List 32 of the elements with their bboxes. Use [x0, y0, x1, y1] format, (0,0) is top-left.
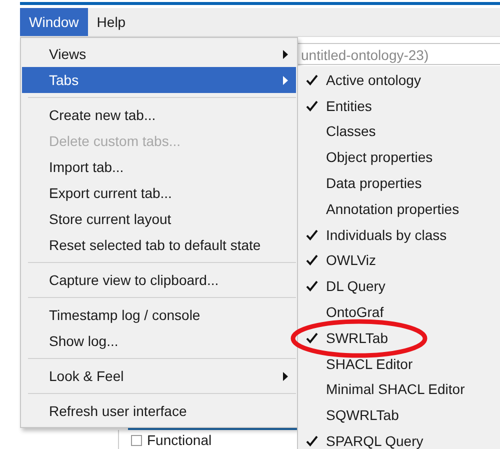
menu-item[interactable]: Annotation properties	[298, 196, 500, 222]
menu-item[interactable]: SHACL Editor	[298, 350, 500, 377]
menu-item[interactable]: Create new tab...	[22, 102, 296, 128]
text-field[interactable]: untitled-ontology-23)	[296, 43, 500, 65]
menu-item[interactable]: Store current layout	[22, 206, 296, 232]
menu-item[interactable]: Tabs	[22, 67, 296, 93]
menu-item[interactable]: Capture view to clipboard...	[22, 267, 296, 293]
menu-item[interactable]: SWRLTab	[298, 324, 500, 351]
menu-item[interactable]: Data properties	[298, 170, 500, 196]
menu-item[interactable]: Timestamp log / console	[22, 302, 296, 328]
menu-item[interactable]: Reset selected tab to default state	[22, 232, 296, 258]
menu-item[interactable]: SPARQL Query	[298, 428, 500, 449]
menu-item[interactable]: OWLViz	[298, 248, 500, 274]
menu-item[interactable]: Refresh user interface	[22, 398, 296, 424]
menu-item[interactable]: Show log...	[22, 328, 296, 354]
menu-bar-item[interactable]: Help	[88, 8, 135, 36]
menu-item[interactable]: Entities	[298, 92, 500, 119]
menu-item[interactable]: DL Query	[298, 273, 500, 300]
menu-item[interactable]: Object properties	[298, 144, 500, 170]
menu-item[interactable]: Individuals by class	[298, 222, 500, 248]
menu-item[interactable]: Minimal SHACL Editor	[298, 376, 500, 402]
menu-item[interactable]: Import tab...	[22, 154, 296, 180]
menu-item[interactable]: Classes	[298, 118, 500, 144]
checkbox[interactable]	[131, 434, 142, 446]
checkbox-label: Functional	[147, 432, 212, 448]
menu-item[interactable]: Export current tab...	[22, 180, 296, 206]
menu-item[interactable]: Active ontology	[298, 67, 500, 93]
menu-item[interactable]: Views	[22, 41, 296, 67]
menu-item[interactable]: SQWRLTab	[298, 402, 500, 428]
menu-bar-item[interactable]: Window	[20, 8, 88, 36]
menu-item[interactable]: Look & Feel	[22, 363, 296, 389]
menu-item[interactable]: OntoGraf	[298, 299, 500, 325]
